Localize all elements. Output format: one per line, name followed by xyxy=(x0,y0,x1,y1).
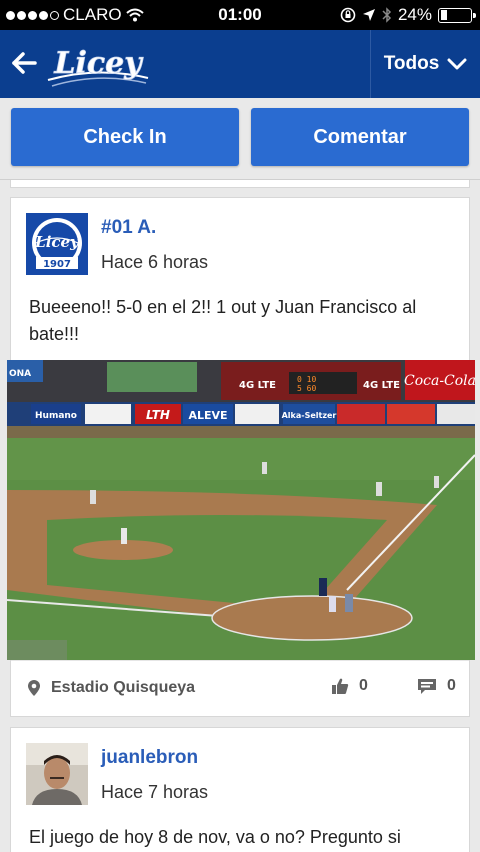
baseball-stadium-photo[interactable]: ONA 4G LTE 4G LTE 0 10 5 60 Coca-Cola Hu… xyxy=(7,360,475,660)
comment-icon xyxy=(418,679,436,694)
battery-percent: 24% xyxy=(397,5,432,24)
battery-icon xyxy=(438,7,476,23)
check-in-button[interactable]: Check In xyxy=(11,108,239,166)
sign-alka-seltzer: Alka-Seltzer xyxy=(282,411,337,420)
like-button[interactable]: 0 xyxy=(331,677,368,695)
battery-fill xyxy=(440,10,448,20)
location-link[interactable]: Estadio Quisqueya xyxy=(27,679,195,697)
post-text: Bueeeno!! 5-0 en el 2!! 1 out y Juan Fra… xyxy=(29,297,417,344)
avatar[interactable]: Licey 1907 xyxy=(26,213,88,275)
previous-card-edge xyxy=(10,180,470,188)
post-text: El juego de hoy 8 de nov, va o no? Pregu… xyxy=(29,827,401,847)
svg-text:5 60: 5 60 xyxy=(297,384,316,393)
action-row: Check In Comentar xyxy=(0,98,480,180)
chevron-down-icon xyxy=(447,58,467,70)
logo-text: Licey xyxy=(53,46,144,81)
thumbs-up-icon xyxy=(332,678,349,694)
back-arrow-icon[interactable] xyxy=(10,48,40,78)
lock-rotation-icon xyxy=(340,7,356,23)
comments-button[interactable]: 0 xyxy=(417,677,456,695)
post-time: Hace 7 horas xyxy=(101,782,209,802)
avatar-year: 1907 xyxy=(43,259,71,270)
sign-humano: Humano xyxy=(35,411,77,421)
filter-dropdown[interactable]: Todos xyxy=(371,30,480,98)
post-card: juanlebron Hace 7 horas El juego de hoy … xyxy=(10,727,470,852)
map-pin-icon xyxy=(28,680,40,696)
comment-button[interactable]: Comentar xyxy=(251,108,469,166)
sign-4g-lte-2: 4G LTE xyxy=(363,380,400,391)
sign-ona: ONA xyxy=(9,369,31,379)
post-username[interactable]: #01 A. xyxy=(101,217,156,239)
sign-lth: LTH xyxy=(146,408,170,422)
location-arrow-icon xyxy=(362,9,375,21)
post-time: Hace 6 horas xyxy=(101,252,209,272)
nav-bar: Licey Todos xyxy=(0,30,480,98)
location-label: Estadio Quisqueya xyxy=(51,679,196,696)
avatar[interactable] xyxy=(26,743,88,805)
post-card: Licey 1907 #01 A. Hace 6 horas Bueeeno!!… xyxy=(7,197,475,717)
sign-aleve: ALEVE xyxy=(188,409,227,422)
comment-count: 0 xyxy=(447,677,456,694)
sign-4g-lte: 4G LTE xyxy=(239,380,276,391)
status-right: 24% xyxy=(340,5,476,25)
bluetooth-icon xyxy=(382,7,392,23)
licey-logo: Licey xyxy=(47,46,149,87)
post-username[interactable]: juanlebron xyxy=(101,747,198,769)
svg-text:0 10: 0 10 xyxy=(297,375,316,384)
post-footer: Estadio Quisqueya 0 0 xyxy=(11,660,469,716)
like-count: 0 xyxy=(359,677,368,694)
avatar-logo-text: Licey xyxy=(34,233,80,251)
status-bar: CLARO 01:00 24% xyxy=(0,0,480,30)
filter-label: Todos xyxy=(383,53,440,74)
sign-coca-cola: Coca-Cola xyxy=(404,373,475,389)
